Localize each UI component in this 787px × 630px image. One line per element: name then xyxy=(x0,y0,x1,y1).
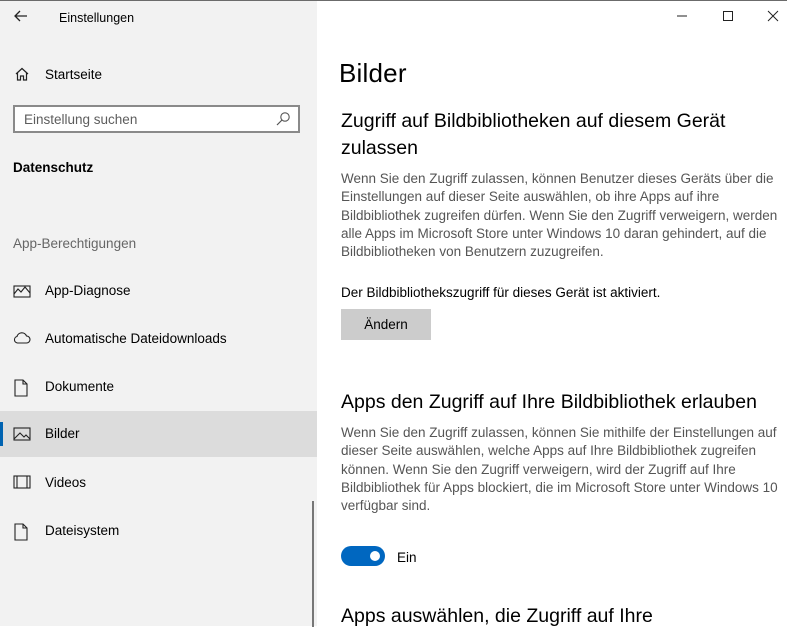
sidebar-item-label: Dokumente xyxy=(45,379,115,394)
section-description-device-access: Wenn Sie den Zugriff zulassen, können Be… xyxy=(341,171,778,260)
title-bar-left: Einstellungen xyxy=(0,1,317,35)
sidebar-item-bilder[interactable]: Bilder xyxy=(0,411,317,457)
sidebar-item-dokumente[interactable]: Dokumente xyxy=(0,364,317,410)
sidebar-item-videos[interactable]: Videos xyxy=(0,460,317,506)
nav-home[interactable]: Startseite xyxy=(0,58,317,92)
back-arrow-icon xyxy=(14,9,28,27)
section-title: Datenschutz xyxy=(13,160,94,175)
sidebar-scrollbar[interactable] xyxy=(312,501,314,627)
sidebar-item-label: Bilder xyxy=(45,426,80,441)
sidebar-item-app-diagnose[interactable]: App-Diagnose xyxy=(0,268,317,314)
app-diagnostics-icon xyxy=(13,283,31,304)
home-icon xyxy=(14,66,30,87)
sidebar-item-label: App-Diagnose xyxy=(45,283,131,298)
toggle-state-label: Ein xyxy=(397,550,417,565)
nav-home-label: Startseite xyxy=(45,67,103,82)
file-icon xyxy=(13,523,29,546)
close-button[interactable] xyxy=(758,5,787,31)
maximize-icon xyxy=(722,9,734,27)
selection-indicator xyxy=(0,422,3,446)
search-box xyxy=(13,105,300,133)
change-button[interactable]: Ändern xyxy=(341,309,431,340)
main-content: Bilder Zugriff auf Bildbibliotheken auf … xyxy=(317,1,787,627)
maximize-button[interactable] xyxy=(713,5,743,31)
sidebar-item-label: Dateisystem xyxy=(45,523,120,538)
sidebar-item-dateisystem[interactable]: Dateisystem xyxy=(0,508,317,554)
sidebar-item-automatische-dateidownloads[interactable]: Automatische Dateidownloads xyxy=(0,316,317,362)
search-icon[interactable] xyxy=(275,111,291,132)
app-title: Einstellungen xyxy=(59,11,135,25)
video-icon xyxy=(13,475,31,494)
group-title: App-Berechtigungen xyxy=(13,236,137,251)
minimize-icon xyxy=(676,9,688,27)
sidebar-item-label: Automatische Dateidownloads xyxy=(45,331,227,346)
search-input[interactable] xyxy=(15,107,279,131)
section-description-app-access: Wenn Sie den Zugriff zulassen, können Si… xyxy=(341,425,778,514)
toggle-knob xyxy=(370,551,380,561)
image-icon xyxy=(13,426,31,447)
section-heading-device-access: Zugriff auf Bildbibliotheken auf diesem … xyxy=(341,110,726,159)
page-title: Bilder xyxy=(339,58,407,88)
close-icon xyxy=(767,9,779,27)
device-access-status: Der Bildbibliothekszugriff für dieses Ge… xyxy=(341,285,661,300)
sidebar: Einstellungen Startseite Datenschutz App… xyxy=(0,1,317,627)
section-heading-app-access: Apps den Zugriff auf Ihre Bildbibliothek… xyxy=(341,391,757,413)
sidebar-item-label: Videos xyxy=(45,475,87,490)
document-icon xyxy=(13,379,29,402)
minimize-button[interactable] xyxy=(667,5,697,31)
back-button[interactable] xyxy=(8,5,34,31)
cloud-icon xyxy=(13,331,31,350)
app-access-toggle[interactable] xyxy=(341,546,385,566)
